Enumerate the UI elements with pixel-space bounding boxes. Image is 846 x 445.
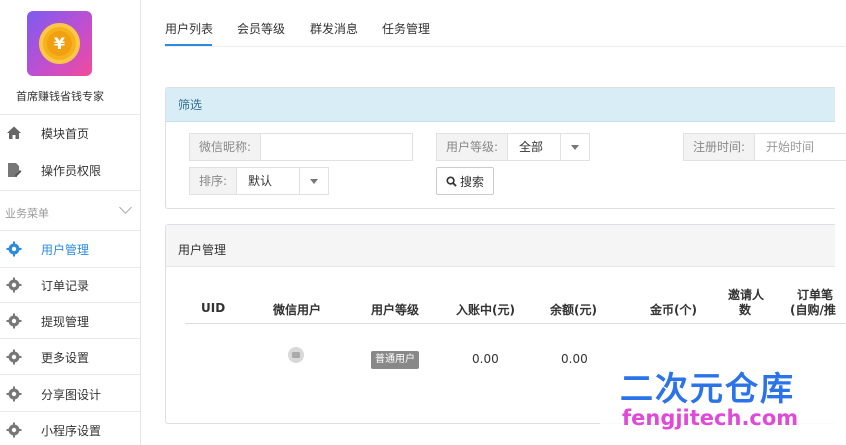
- filter-title: 筛选: [166, 88, 835, 122]
- gear-icon: [6, 241, 22, 257]
- nav-divider: [0, 302, 141, 303]
- pending-amount-cell: 0.00: [472, 352, 499, 366]
- avatar: [288, 347, 304, 363]
- sidebar-item-withdrawals[interactable]: 提现管理: [0, 304, 141, 338]
- gear-icon: [6, 422, 22, 438]
- nav-divider: [0, 338, 141, 339]
- sidebar: ¥ 首席赚钱省钱专家 模块首页 操作员权限 业务菜单 用户管理 订单记录 提现管…: [0, 0, 141, 445]
- watermark-url: fengjitech.com: [622, 406, 799, 430]
- column-header: UID: [201, 301, 226, 315]
- sort-select[interactable]: 默认: [237, 168, 299, 194]
- nav-divider: [0, 114, 141, 115]
- nav-divider: [0, 230, 141, 231]
- nav-divider: [0, 374, 141, 375]
- column-header: 余额(元): [550, 303, 597, 317]
- nickname-input[interactable]: [261, 134, 412, 160]
- sidebar-item-label: 操作员权限: [41, 163, 102, 178]
- gear-icon: [6, 277, 22, 293]
- sidebar-item-label: 更多设置: [41, 350, 90, 365]
- sidebar-item-label: 提现管理: [41, 314, 90, 329]
- table-header-divider: [185, 323, 846, 324]
- level-select[interactable]: 全部: [508, 134, 560, 160]
- sidebar-item-more-settings[interactable]: 更多设置: [0, 340, 141, 374]
- sidebar-item-label: 分享图设计: [41, 387, 102, 402]
- nav-divider: [0, 411, 141, 412]
- column-header: (自购/推: [790, 303, 836, 317]
- dropdown-caret-icon[interactable]: [560, 134, 589, 160]
- doc-edit-icon: [8, 163, 22, 177]
- sidebar-item-label: 小程序设置: [41, 423, 102, 438]
- sidebar-item-label: 用户管理: [41, 242, 90, 257]
- sort-filter: 排序: 默认: [189, 167, 329, 195]
- watermark-title: 二次元仓库: [620, 369, 795, 408]
- tab-user-list[interactable]: 用户列表: [165, 20, 213, 37]
- table-title: 用户管理: [166, 225, 835, 267]
- regtime-start-input[interactable]: 开始时间: [755, 134, 825, 160]
- tab-task-management[interactable]: 任务管理: [382, 20, 430, 37]
- sidebar-item-label: 模块首页: [41, 126, 90, 141]
- balance-cell: 0.00: [561, 352, 588, 366]
- regtime-label: 注册时间:: [684, 134, 756, 160]
- column-header: 金币(个): [650, 303, 697, 317]
- active-tab-indicator: [165, 44, 212, 46]
- search-button[interactable]: 搜索: [436, 167, 494, 195]
- sort-label: 排序:: [190, 168, 238, 194]
- app-name: 首席赚钱省钱专家: [16, 90, 104, 103]
- search-button-label: 搜索: [459, 174, 484, 189]
- gear-icon: [6, 386, 22, 402]
- sidebar-item-label: 订单记录: [41, 278, 90, 293]
- column-header: 用户等级: [371, 303, 420, 317]
- chevron-down-icon[interactable]: [119, 201, 132, 214]
- nav-divider: [0, 190, 141, 191]
- column-header: 数: [739, 303, 752, 317]
- tab-member-levels[interactable]: 会员等级: [237, 20, 285, 37]
- column-header: 微信用户: [273, 303, 322, 317]
- sidebar-item-home[interactable]: 模块首页: [0, 116, 141, 150]
- sidebar-item-operator-permissions[interactable]: 操作员权限: [0, 153, 141, 187]
- level-label: 用户等级:: [437, 134, 509, 160]
- coin-icon: ¥: [39, 23, 80, 64]
- nickname-filter: 微信昵称:: [189, 133, 413, 161]
- sidebar-item-orders[interactable]: 订单记录: [0, 268, 141, 302]
- level-filter: 用户等级: 全部: [436, 133, 590, 161]
- dropdown-caret-icon[interactable]: [299, 168, 328, 194]
- tab-bar: 用户列表 会员等级 群发消息 任务管理: [165, 0, 846, 47]
- regtime-filter: 注册时间: 开始时间: [683, 133, 846, 161]
- sidebar-item-share-image-design[interactable]: 分享图设计: [0, 377, 141, 411]
- nickname-label: 微信昵称:: [190, 134, 262, 160]
- home-icon: [7, 126, 21, 139]
- sidebar-section-title: 业务菜单: [5, 207, 49, 220]
- level-badge: 普通用户: [371, 351, 419, 369]
- gear-icon: [6, 313, 22, 329]
- search-icon: [446, 175, 457, 187]
- sidebar-item-miniprogram-settings[interactable]: 小程序设置: [0, 413, 141, 445]
- app-logo: ¥: [27, 11, 92, 76]
- tab-mass-messages[interactable]: 群发消息: [310, 20, 358, 37]
- sidebar-item-user-management[interactable]: 用户管理: [0, 232, 141, 266]
- gear-icon: [6, 349, 22, 365]
- column-header: 入账中(元): [456, 303, 515, 317]
